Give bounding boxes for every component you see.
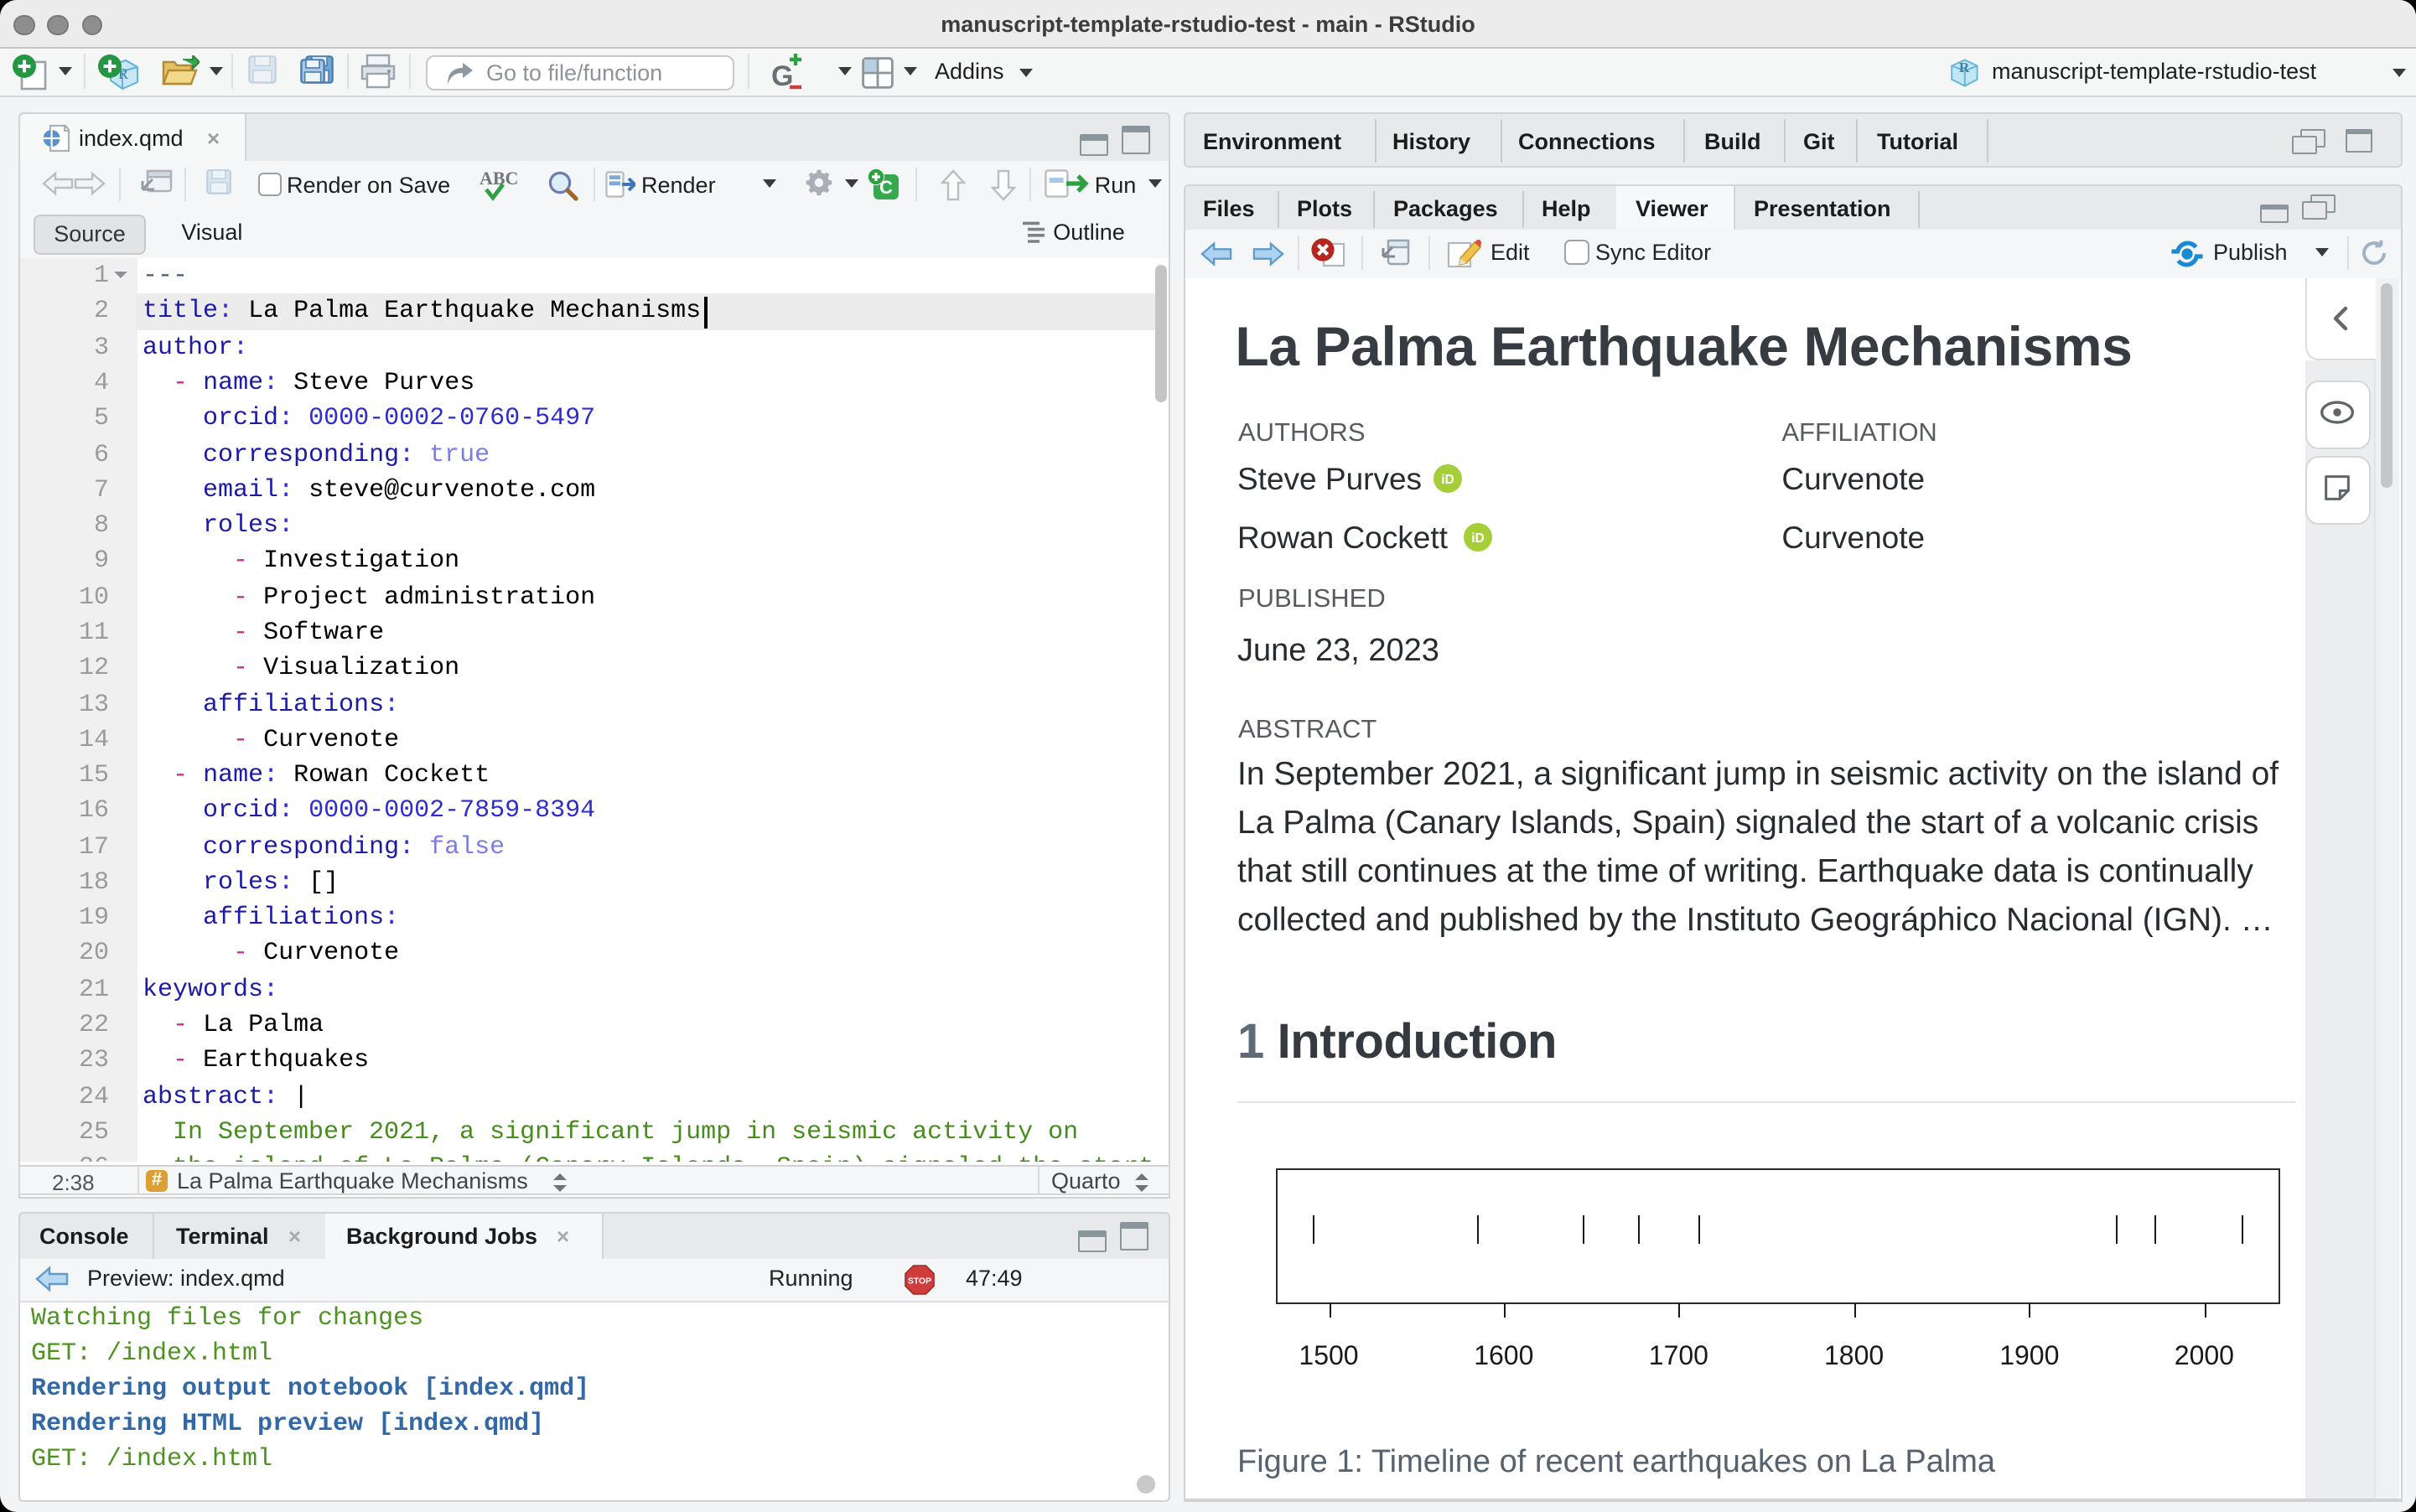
svg-text:R: R (1959, 59, 1970, 75)
svg-text:STOP: STOP (907, 1276, 931, 1286)
svg-text:iD: iD (1470, 531, 1484, 545)
svg-text:ABC: ABC (479, 168, 517, 189)
svg-text:iD: iD (1441, 472, 1454, 486)
